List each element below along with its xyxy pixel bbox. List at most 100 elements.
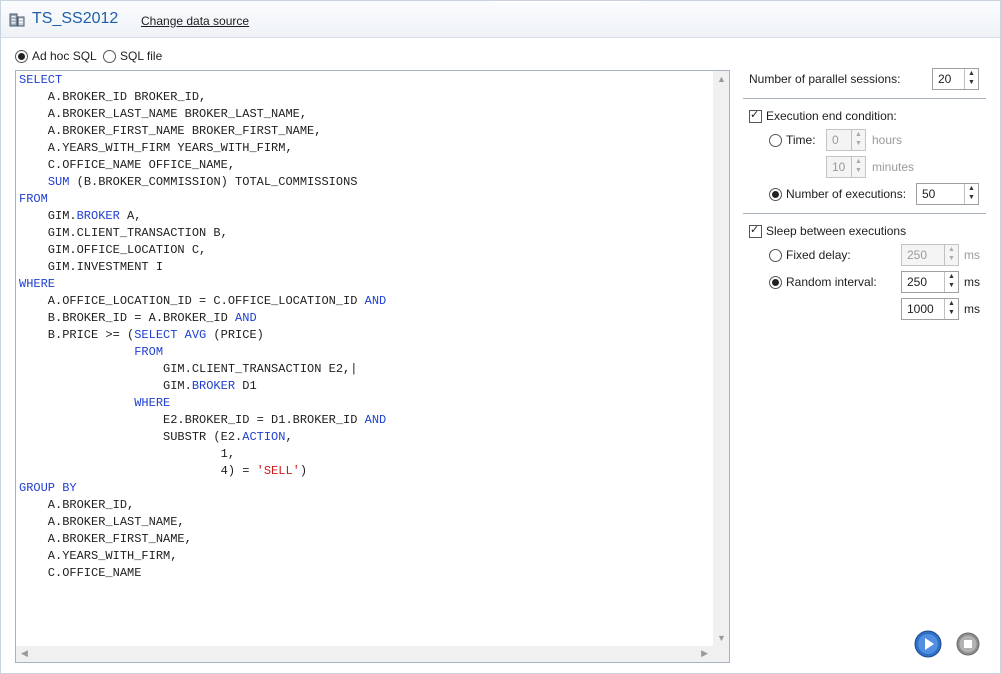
code-line[interactable]: GIM.INVESTMENT I	[19, 259, 386, 276]
scroll-up-icon[interactable]: ▲	[717, 74, 726, 84]
code-line[interactable]: A.BROKER_LAST_NAME BROKER_LAST_NAME,	[19, 106, 386, 123]
executions-radio[interactable]: Number of executions:	[769, 187, 906, 201]
radio-selected-icon[interactable]	[769, 275, 782, 289]
step-down-icon[interactable]: ▼	[948, 255, 955, 262]
step-down-icon[interactable]: ▼	[948, 309, 955, 316]
time-minutes-stepper[interactable]: 10 ▲ ▼	[826, 156, 866, 178]
radio-unselected-icon[interactable]	[769, 248, 782, 262]
fixed-delay-stepper[interactable]: 250 ▲ ▼	[901, 244, 959, 266]
checkbox-checked-icon[interactable]	[749, 223, 762, 238]
stepper-buttons[interactable]: ▲ ▼	[964, 69, 978, 89]
fixed-delay-radio[interactable]: Fixed delay:	[769, 248, 851, 262]
parallel-sessions-value[interactable]: 20	[938, 72, 951, 86]
sql-editor[interactable]: SELECT A.BROKER_ID BROKER_ID, A.BROKER_L…	[15, 70, 730, 663]
stop-button[interactable]	[956, 632, 980, 656]
code-line[interactable]: A.OFFICE_LOCATION_ID = C.OFFICE_LOCATION…	[19, 293, 386, 310]
code-line[interactable]: A.YEARS_WITH_FIRM,	[19, 548, 386, 565]
random-max-value[interactable]: 1000	[907, 302, 934, 316]
stepper-buttons[interactable]: ▲ ▼	[851, 157, 865, 177]
code-line[interactable]: GIM.CLIENT_TRANSACTION B,	[19, 225, 386, 242]
stepper-buttons[interactable]: ▲ ▼	[944, 299, 958, 319]
code-line[interactable]: B.PRICE >= (SELECT AVG (PRICE)	[19, 327, 386, 344]
code-line[interactable]: A.BROKER_FIRST_NAME,	[19, 531, 386, 548]
scroll-right-icon[interactable]: ▶	[701, 648, 708, 659]
parallel-sessions-stepper[interactable]: 20 ▲ ▼	[932, 68, 979, 90]
stepper-buttons[interactable]: ▲ ▼	[851, 130, 865, 150]
end-condition-label: Execution end condition:	[766, 109, 897, 123]
sql-text: ,	[285, 430, 293, 444]
stepper-buttons[interactable]: ▲ ▼	[944, 272, 958, 292]
fixed-delay-value[interactable]: 250	[907, 248, 927, 262]
sql-file-radio[interactable]: SQL file	[103, 49, 162, 63]
step-up-icon[interactable]: ▲	[855, 158, 862, 165]
sql-text: SUBSTR (E2.	[19, 430, 243, 444]
sql-text: )	[299, 464, 308, 478]
hours-unit: hours	[872, 133, 903, 147]
database-icon	[9, 13, 25, 27]
radio-selected-icon[interactable]	[15, 49, 28, 63]
change-data-source-link[interactable]: Change data source	[141, 14, 249, 28]
code-line[interactable]: A.BROKER_ID BROKER_ID,	[19, 89, 386, 106]
code-line[interactable]: 1,	[19, 446, 386, 463]
step-down-icon[interactable]: ▼	[855, 167, 862, 174]
code-line[interactable]: A.BROKER_FIRST_NAME BROKER_FIRST_NAME,	[19, 123, 386, 140]
adhoc-sql-radio[interactable]: Ad hoc SQL	[15, 49, 97, 63]
step-up-icon[interactable]: ▲	[855, 131, 862, 138]
sql-code[interactable]: SELECT A.BROKER_ID BROKER_ID, A.BROKER_L…	[19, 72, 386, 582]
sleep-checkbox[interactable]: Sleep between executions	[749, 223, 907, 238]
step-up-icon[interactable]: ▲	[948, 273, 955, 280]
executions-stepper[interactable]: 50 ▲ ▼	[916, 183, 979, 205]
random-min-stepper[interactable]: 250 ▲ ▼	[901, 271, 959, 293]
code-line[interactable]: SUBSTR (E2.ACTION,	[19, 429, 386, 446]
horizontal-scrollbar[interactable]: ◀ ▶	[16, 646, 713, 662]
code-line[interactable]: FROM	[19, 191, 386, 208]
scroll-down-icon[interactable]: ▼	[717, 633, 726, 643]
sleep-label: Sleep between executions	[766, 224, 907, 238]
executions-value[interactable]: 50	[922, 187, 935, 201]
code-line[interactable]: WHERE	[19, 276, 386, 293]
scroll-left-icon[interactable]: ◀	[21, 648, 28, 659]
code-line[interactable]: SELECT	[19, 72, 386, 89]
code-line[interactable]: E2.BROKER_ID = D1.BROKER_ID AND	[19, 412, 386, 429]
code-line[interactable]: GIM.BROKER D1	[19, 378, 386, 395]
run-button[interactable]	[914, 630, 942, 658]
step-up-icon[interactable]: ▲	[968, 70, 975, 77]
step-down-icon[interactable]: ▼	[855, 140, 862, 147]
code-line[interactable]: 4) = 'SELL')	[19, 463, 386, 480]
code-line[interactable]: A.BROKER_ID,	[19, 497, 386, 514]
radio-selected-icon[interactable]	[769, 187, 782, 201]
radio-unselected-icon[interactable]	[103, 49, 116, 63]
step-down-icon[interactable]: ▼	[968, 79, 975, 86]
code-line[interactable]: GROUP BY	[19, 480, 386, 497]
time-radio[interactable]: Time:	[769, 133, 816, 147]
random-max-stepper[interactable]: 1000 ▲ ▼	[901, 298, 959, 320]
step-up-icon[interactable]: ▲	[948, 300, 955, 307]
code-line[interactable]: GIM.OFFICE_LOCATION C,	[19, 242, 386, 259]
code-line[interactable]: GIM.BROKER A,	[19, 208, 386, 225]
code-line[interactable]: FROM	[19, 344, 386, 361]
time-hours-value[interactable]: 0	[832, 133, 839, 147]
code-line[interactable]: B.BROKER_ID = A.BROKER_ID AND	[19, 310, 386, 327]
random-interval-radio[interactable]: Random interval:	[769, 275, 877, 289]
time-minutes-value[interactable]: 10	[832, 160, 845, 174]
code-line[interactable]: A.BROKER_LAST_NAME,	[19, 514, 386, 531]
step-up-icon[interactable]: ▲	[968, 185, 975, 192]
code-line[interactable]: C.OFFICE_NAME	[19, 565, 386, 582]
code-line[interactable]: SUM (B.BROKER_COMMISSION) TOTAL_COMMISSI…	[19, 174, 386, 191]
random-min-value[interactable]: 250	[907, 275, 927, 289]
stepper-buttons[interactable]: ▲ ▼	[964, 184, 978, 204]
step-down-icon[interactable]: ▼	[948, 282, 955, 289]
code-line[interactable]: A.YEARS_WITH_FIRM YEARS_WITH_FIRM,	[19, 140, 386, 157]
time-hours-stepper[interactable]: 0 ▲ ▼	[826, 129, 866, 151]
scroll-corner	[713, 646, 729, 662]
code-line[interactable]: WHERE	[19, 395, 386, 412]
radio-unselected-icon[interactable]	[769, 133, 782, 147]
code-line[interactable]: C.OFFICE_NAME OFFICE_NAME,	[19, 157, 386, 174]
stepper-buttons[interactable]: ▲ ▼	[944, 245, 958, 265]
step-up-icon[interactable]: ▲	[948, 246, 955, 253]
vertical-scrollbar[interactable]: ▲ ▼	[713, 71, 729, 646]
code-line[interactable]: GIM.CLIENT_TRANSACTION E2,|	[19, 361, 386, 378]
checkbox-checked-icon[interactable]	[749, 108, 762, 123]
end-condition-checkbox[interactable]: Execution end condition:	[749, 108, 897, 123]
step-down-icon[interactable]: ▼	[968, 194, 975, 201]
